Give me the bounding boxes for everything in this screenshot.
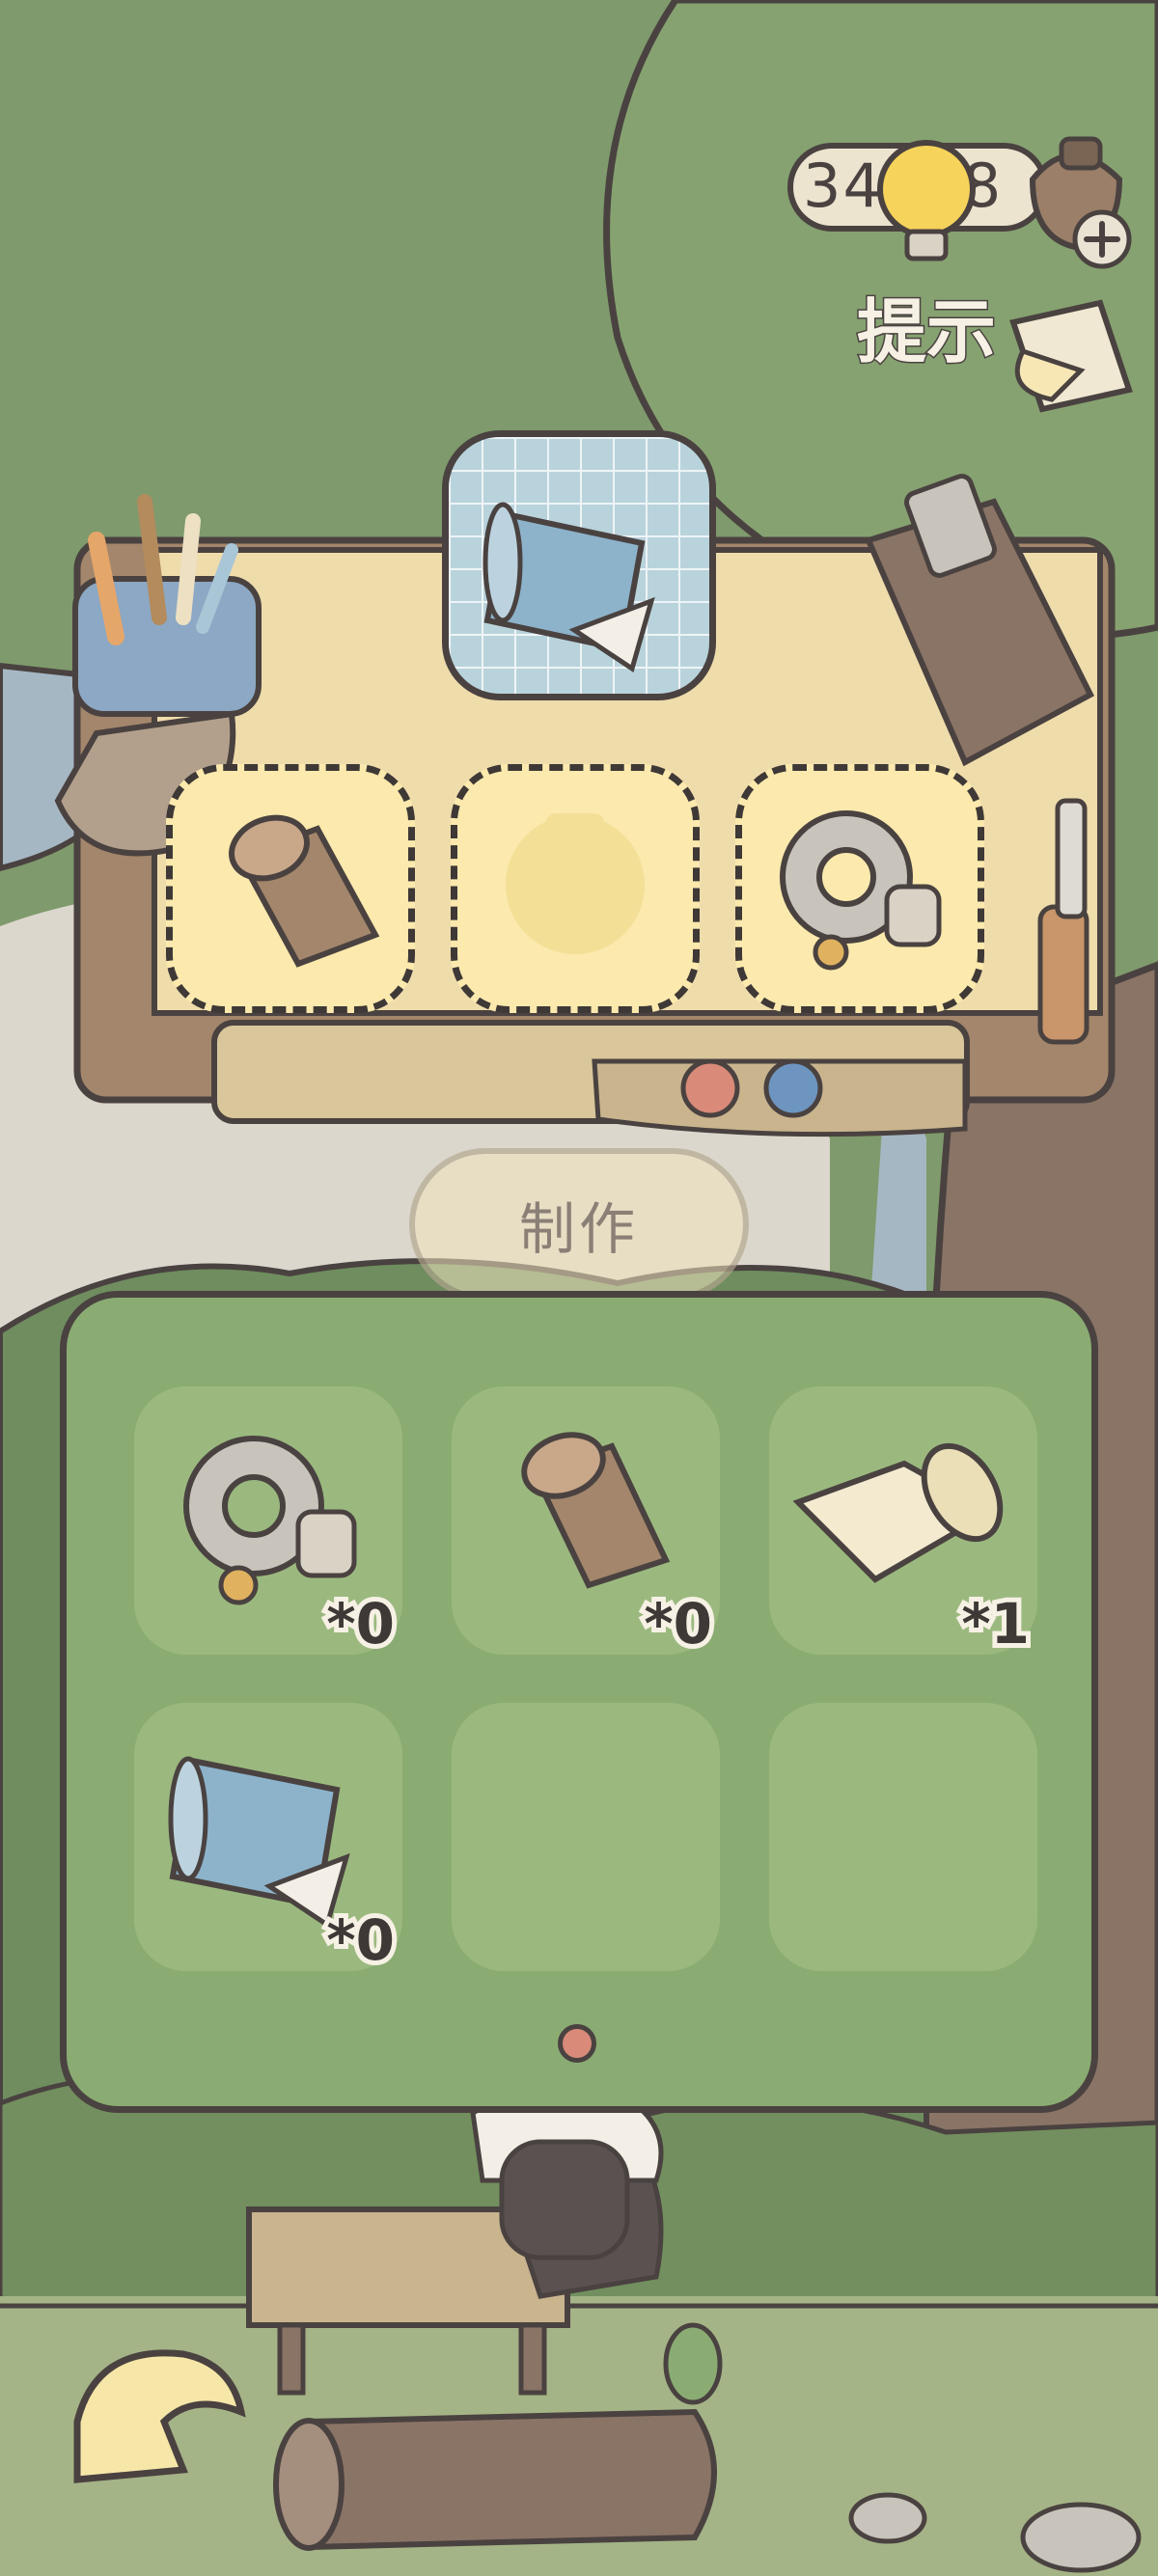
- inventory-slot-empty[interactable]: [769, 1703, 1037, 1971]
- craft-slot-1[interactable]: [166, 764, 415, 1013]
- inventory-slot-empty[interactable]: [452, 1703, 720, 1971]
- item-count: *0: [321, 1586, 400, 1661]
- craft-button-label: 制作: [518, 1196, 639, 1262]
- item-count: *0: [639, 1586, 717, 1661]
- plus-icon[interactable]: [1071, 208, 1133, 270]
- back-arrow-icon[interactable]: [39, 2316, 251, 2508]
- pointing-hand-icon[interactable]: [994, 284, 1139, 419]
- hint-button-label[interactable]: 提示: [855, 275, 997, 376]
- gear-icon: [780, 810, 942, 971]
- page-indicator-dot[interactable]: [558, 2024, 596, 2063]
- craft-slot-2[interactable]: [451, 764, 700, 1013]
- craft-button[interactable]: 制作: [409, 1148, 749, 1301]
- item-count: *0: [321, 1903, 400, 1978]
- wood-log-icon: [229, 814, 380, 968]
- recipe-tile[interactable]: [442, 430, 716, 700]
- inventory-slot-wood[interactable]: *0: [452, 1386, 720, 1661]
- lightbulb-icon: [877, 140, 976, 261]
- inventory-slot-gear[interactable]: *0: [134, 1386, 402, 1661]
- blueprint-icon: [449, 437, 709, 694]
- inventory-slot-blueprint[interactable]: *0: [134, 1703, 402, 1978]
- inventory-slot-paper[interactable]: *1: [769, 1386, 1037, 1661]
- item-count: *1: [956, 1586, 1034, 1661]
- craft-slot-3[interactable]: [735, 764, 984, 1013]
- bag-placeholder-icon: [506, 813, 645, 954]
- inventory-panel: *0 *0 *1 *0: [60, 1291, 1098, 2113]
